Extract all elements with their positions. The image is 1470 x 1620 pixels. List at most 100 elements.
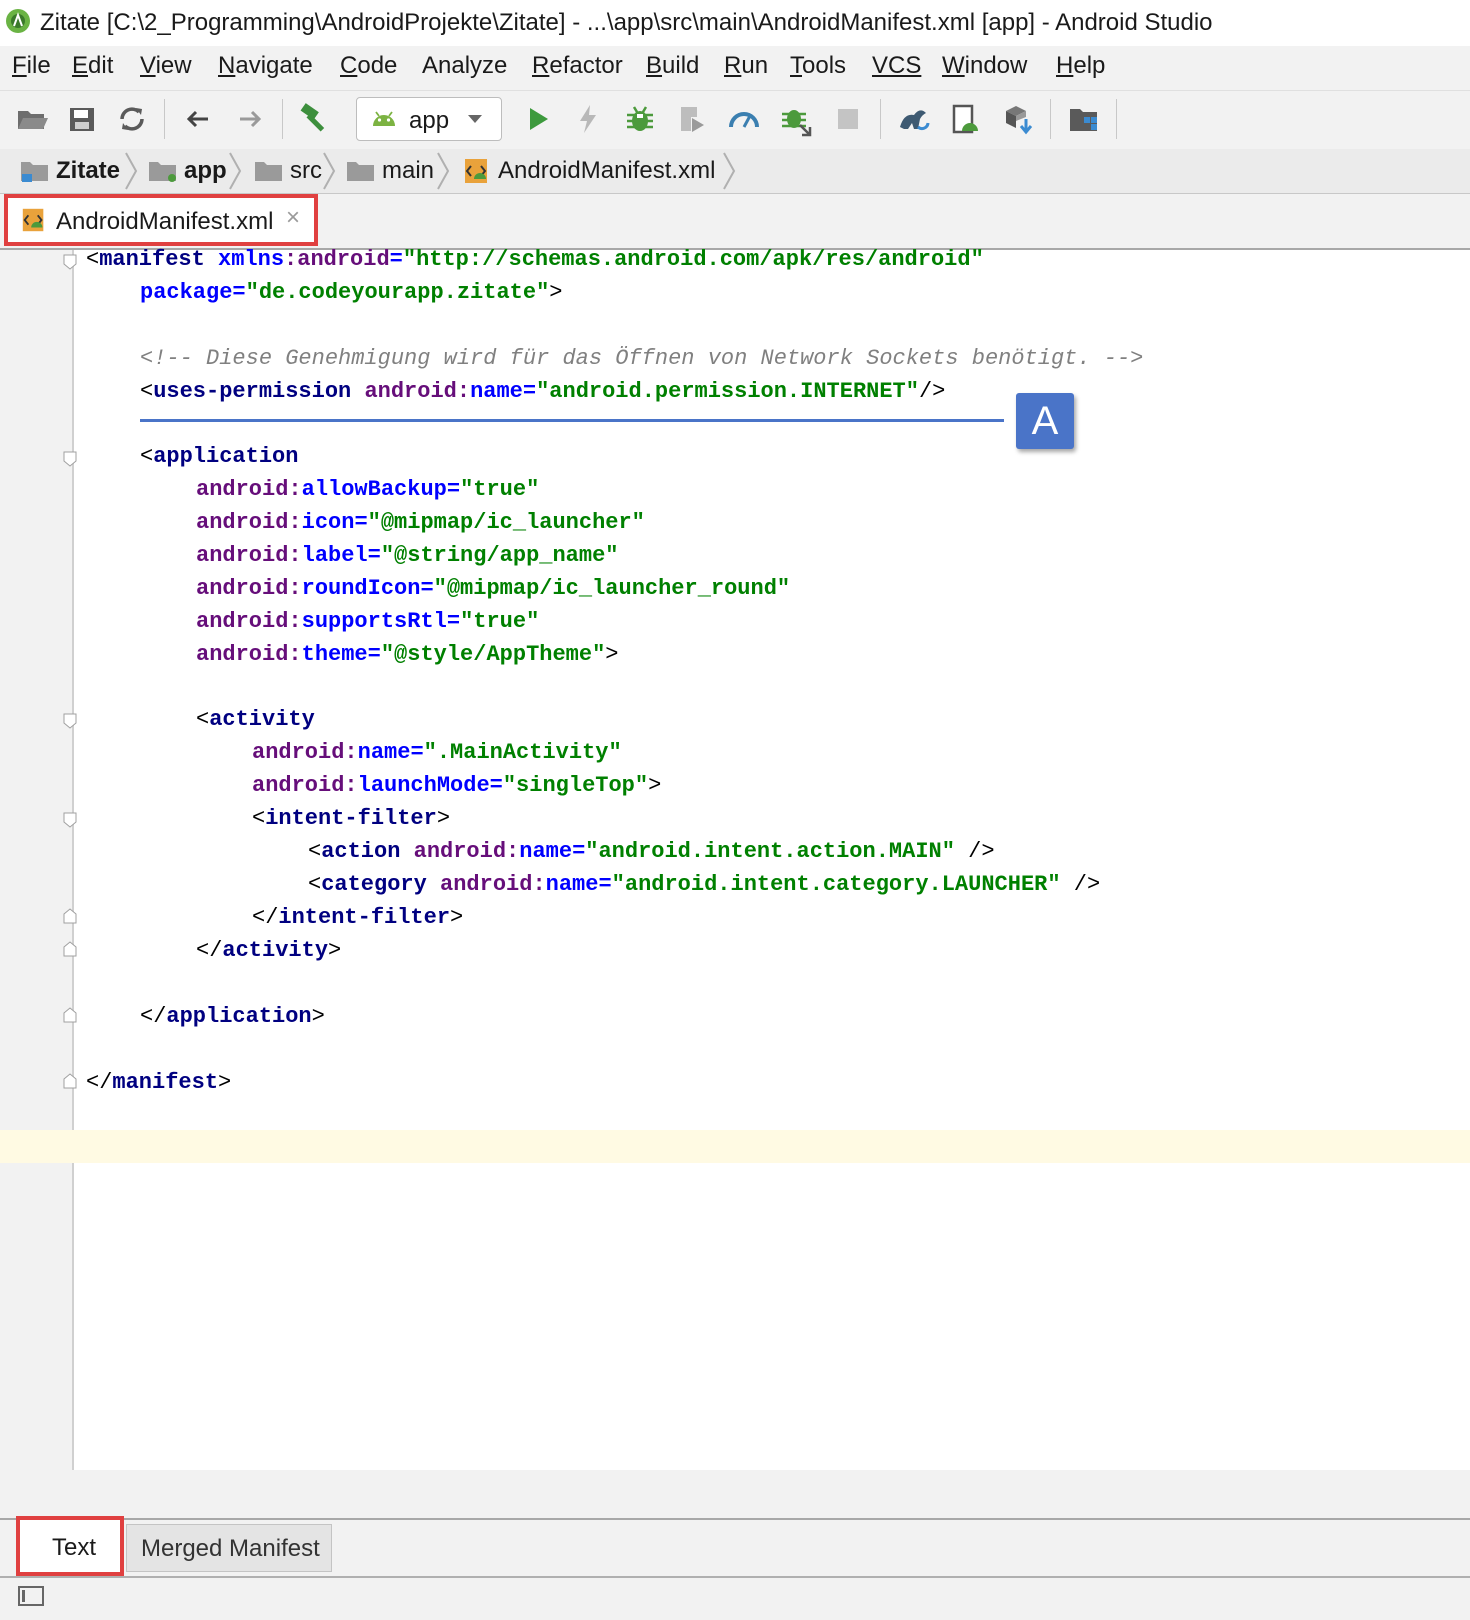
code-line: </manifest> — [86, 1070, 232, 1095]
gradle-sync-icon[interactable] — [896, 101, 932, 137]
menu-build[interactable]: Build — [646, 52, 699, 80]
menu-run[interactable]: Run — [724, 52, 768, 80]
avd-manager-icon[interactable] — [948, 101, 984, 137]
sdk-manager-icon[interactable] — [1000, 101, 1036, 137]
code-line: </intent-filter> — [252, 905, 464, 930]
code-line: <application — [140, 444, 299, 469]
breadcrumb-separator — [723, 152, 736, 190]
tab-label: AndroidManifest.xml — [56, 208, 274, 235]
tool-windows-icon[interactable] — [18, 1586, 44, 1606]
menu-vcs[interactable]: VCS — [872, 52, 921, 80]
fold-open-icon[interactable] — [63, 254, 77, 270]
folder-icon — [255, 162, 282, 181]
menu-tools[interactable]: Tools — [790, 52, 846, 80]
fold-close-icon[interactable] — [63, 1007, 77, 1023]
tab-merged-manifest[interactable]: Merged Manifest — [126, 1524, 332, 1572]
project-folder-icon — [21, 162, 48, 182]
fold-close-icon[interactable] — [63, 941, 77, 957]
project-structure-icon[interactable] — [1066, 101, 1102, 137]
code-line: package="de.codeyourapp.zitate"> — [140, 280, 563, 305]
menu-code[interactable]: Code — [340, 52, 397, 80]
caret-line-highlight — [0, 1130, 1470, 1163]
breadcrumb-main[interactable]: main — [346, 149, 434, 193]
tab-label: Merged Manifest — [141, 1535, 320, 1562]
apply-changes-icon[interactable] — [570, 101, 606, 137]
menu-window[interactable]: Window — [942, 52, 1027, 80]
breadcrumb-separator — [437, 152, 450, 190]
code-line: android:theme="@style/AppTheme"> — [196, 642, 619, 667]
breadcrumb-file[interactable]: AndroidManifest.xml — [462, 149, 715, 193]
fold-open-icon[interactable] — [63, 451, 77, 467]
menu-bar: File Edit View Navigate Code Analyze Ref… — [0, 46, 1470, 90]
menu-view[interactable]: View — [140, 52, 192, 80]
manifest-file-icon — [22, 208, 44, 232]
fold-close-icon[interactable] — [63, 1073, 77, 1089]
forward-arrow-icon[interactable] — [232, 101, 268, 137]
breadcrumb-module[interactable]: app — [148, 149, 227, 193]
window-title: Zitate [C:\2_Programming\AndroidProjekte… — [40, 9, 1213, 36]
breadcrumb-separator — [229, 152, 242, 190]
code-editor[interactable]: <manifest xmlns:android="http://schemas.… — [0, 247, 1470, 1470]
toolbar-separator — [282, 99, 283, 139]
sync-icon[interactable] — [114, 101, 150, 137]
menu-refactor[interactable]: Refactor — [532, 52, 623, 80]
breadcrumb-label: src — [290, 157, 322, 184]
callout-badge: A — [1016, 393, 1074, 449]
fold-open-icon[interactable] — [63, 812, 77, 828]
back-arrow-icon[interactable] — [180, 101, 216, 137]
bottom-tab-area: Text Merged Manifest — [0, 1470, 1470, 1620]
fold-close-icon[interactable] — [63, 908, 77, 924]
attach-debugger-icon[interactable] — [778, 101, 814, 137]
code-line: android:icon="@mipmap/ic_launcher" — [196, 510, 645, 535]
android-studio-icon — [6, 9, 30, 33]
divider — [0, 1576, 1470, 1578]
code-line: <action android:name="android.intent.act… — [308, 839, 995, 864]
code-line: android:supportsRtl="true" — [196, 609, 540, 634]
make-project-icon[interactable] — [298, 101, 334, 137]
coverage-icon[interactable] — [674, 101, 710, 137]
editor-tab-bar: AndroidManifest.xml × — [0, 194, 1470, 250]
code-line: <category android:name="android.intent.c… — [308, 872, 1101, 897]
folder-icon — [347, 162, 374, 181]
run-icon[interactable] — [520, 101, 556, 137]
debug-icon[interactable] — [622, 101, 658, 137]
run-configuration-dropdown[interactable]: app — [356, 97, 502, 141]
breadcrumb-label: Zitate — [56, 157, 121, 184]
main-toolbar: app — [0, 90, 1470, 150]
menu-analyze[interactable]: Analyze — [422, 52, 507, 80]
fold-open-icon[interactable] — [63, 713, 77, 729]
stop-icon[interactable] — [830, 101, 866, 137]
menu-navigate[interactable]: Navigate — [218, 52, 313, 80]
code-line: <intent-filter> — [252, 806, 451, 831]
toolbar-separator — [1116, 99, 1117, 139]
breadcrumb-src[interactable]: src — [254, 149, 322, 193]
code-line: android:name=".MainActivity" — [252, 740, 622, 765]
tab-label: Text — [52, 1534, 97, 1561]
breadcrumb-label: main — [382, 157, 435, 184]
profile-icon[interactable] — [726, 101, 762, 137]
breadcrumb-project[interactable]: Zitate — [20, 149, 120, 193]
chevron-down-icon — [468, 115, 482, 123]
toolbar-separator — [164, 99, 165, 139]
editor-gutter — [0, 250, 74, 1470]
menu-edit[interactable]: Edit — [72, 52, 113, 80]
breadcrumb-label: app — [184, 157, 227, 184]
tab-text[interactable]: Text — [16, 1516, 124, 1576]
module-folder-icon — [149, 162, 176, 182]
code-line: <manifest xmlns:android="http://schemas.… — [86, 247, 984, 272]
manifest-file-icon — [465, 159, 487, 183]
callout-underline — [140, 419, 1004, 422]
toolbar-separator — [1050, 99, 1051, 139]
menu-file[interactable]: File — [12, 52, 51, 80]
breadcrumb-separator — [125, 152, 138, 190]
save-icon[interactable] — [64, 101, 100, 137]
menu-help[interactable]: Help — [1056, 52, 1105, 80]
close-tab-icon[interactable]: × — [286, 204, 300, 232]
code-line: android:roundIcon="@mipmap/ic_launcher_r… — [196, 576, 791, 601]
toolbar-separator — [880, 99, 881, 139]
code-line: android:allowBackup="true" — [196, 477, 540, 502]
tab-androidmanifest[interactable]: AndroidManifest.xml × — [4, 194, 318, 246]
code-line: </activity> — [196, 938, 342, 963]
open-folder-icon[interactable] — [14, 101, 50, 137]
run-config-label: app — [409, 107, 450, 134]
